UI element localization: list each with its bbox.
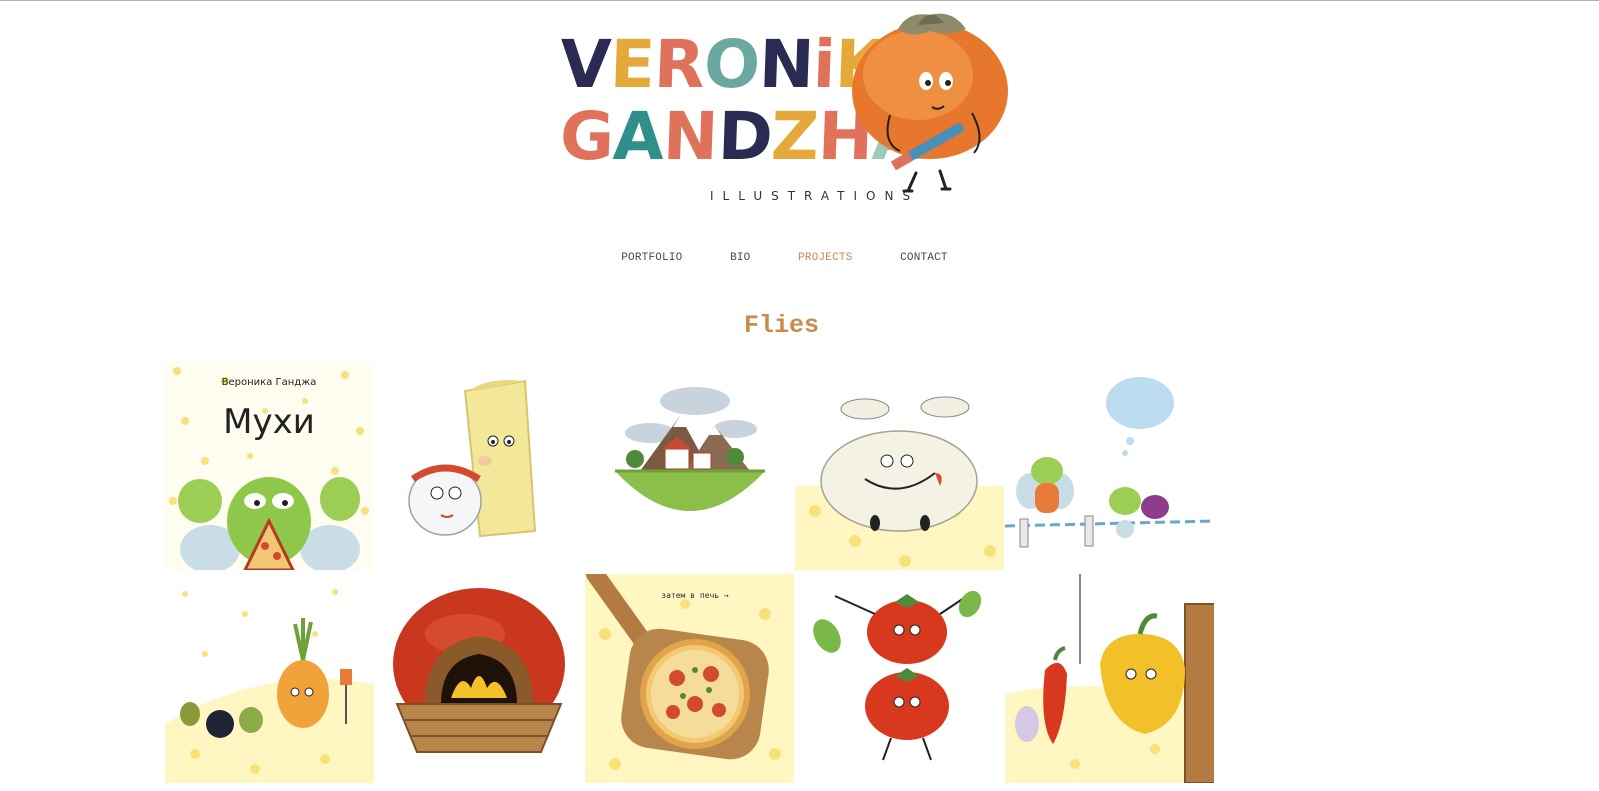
gallery-item-pizza-oven[interactable] <box>375 574 584 783</box>
gallery-item-pizza-peel[interactable]: затем в печь → <box>585 574 794 783</box>
gallery-item-dough-ball[interactable] <box>795 361 1004 570</box>
persimmon-mascot-icon <box>852 13 1008 193</box>
cheese-and-mozzarella-image <box>375 361 584 570</box>
gallery-item-village-island[interactable] <box>585 361 794 570</box>
flies-on-clothesline-image <box>1005 361 1214 570</box>
nav-portfolio[interactable]: PORTFOLIO <box>621 252 682 264</box>
page-title: Flies <box>743 311 819 340</box>
nav-bio[interactable]: BIO <box>730 252 750 264</box>
flies-book-cover-image: Вероника Ганджа Мухи <box>165 361 374 570</box>
pizza-oven-image <box>375 574 584 783</box>
main-nav: PORTFOLIO BIO PROJECTS CONTACT <box>0 247 1599 265</box>
nav-projects[interactable]: PROJECTS <box>798 252 852 264</box>
gallery-item-peppers[interactable] <box>1005 574 1214 783</box>
pepper-friends-image <box>1005 574 1214 783</box>
dough-ball-image <box>795 361 1004 570</box>
gallery-item-onion-olives[interactable] <box>165 574 374 783</box>
stacked-tomatoes-image <box>795 574 1004 783</box>
village-island-image <box>585 361 794 570</box>
gallery-item-flies-clothesline[interactable] <box>1005 361 1214 570</box>
nav-contact[interactable]: CONTACT <box>900 252 948 264</box>
site-logo[interactable]: VERONiKA GANDZHA ILLUSTRATIONS <box>559 11 1030 211</box>
gallery-item-book-cover[interactable]: Вероника Ганджа Мухи <box>165 361 374 570</box>
onion-and-olives-image <box>165 574 374 783</box>
gallery-item-cheese-friends[interactable] <box>375 361 584 570</box>
svg-text:затем в печь →: затем в печь → <box>661 591 729 600</box>
gallery-item-tomatoes[interactable] <box>795 574 1004 783</box>
svg-text:Мухи: Мухи <box>223 402 315 442</box>
svg-text:Вероника Ганджа: Вероника Ганджа <box>222 377 317 388</box>
pizza-on-peel-image: затем в печь → <box>585 574 794 783</box>
